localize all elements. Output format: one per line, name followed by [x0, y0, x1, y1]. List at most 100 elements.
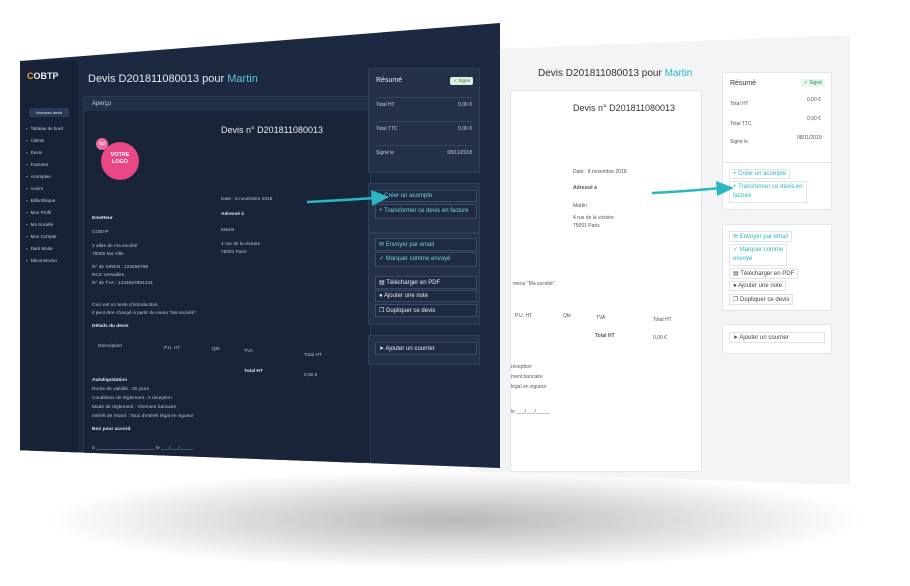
file-icon: ▤: [379, 280, 385, 286]
create-deposit-button[interactable]: + Créer un acompte: [375, 190, 477, 202]
validity: Durée de validité : 30 jours: [92, 387, 150, 392]
add-note-button[interactable]: ● Ajouter une note: [375, 290, 477, 302]
summary-value: 0,00 €: [807, 97, 821, 103]
copy-icon: ❐: [379, 308, 385, 314]
quote-date: Date : 8 novembre 2018: [221, 197, 273, 202]
col-total: Total HT: [653, 317, 672, 323]
conditions-text: réception: [511, 364, 532, 370]
preview-header: Aperçu: [84, 97, 370, 111]
col-description: Description: [98, 344, 122, 349]
sidebar-item-dashboard[interactable]: Tableau de bord: [26, 126, 63, 131]
late-interest: Intérêt de retard : Taux d'intérêt légal…: [92, 414, 194, 419]
sidebar-item-compte[interactable]: Mon Compte: [26, 234, 57, 239]
arrow-icon: [651, 181, 734, 196]
summary-value: 0,00 €: [807, 116, 821, 122]
new-quote-button[interactable]: Nouveau devis: [29, 108, 69, 117]
mail-actions: ➤ Ajouter un courrier: [722, 324, 832, 354]
col-tva: TVA: [244, 349, 253, 354]
quote-number: Devis n° D201811080013: [573, 103, 676, 113]
page-title: Devis D201811080013 pour Martin: [88, 73, 258, 85]
document-actions: ✉ Envoyer par email ✓ Marquer comme envo…: [368, 233, 480, 325]
sidebar-item-societe[interactable]: Ma Société: [26, 222, 54, 227]
mark-sent-button[interactable]: ✓ Marquer comme envoyé: [375, 252, 477, 267]
add-note-button[interactable]: ● Ajouter une note: [729, 281, 787, 291]
emitter-city: 78000 Ma Ville: [92, 252, 124, 257]
approval-label: Bon pour accord: [92, 427, 131, 432]
total-value: 0,00 €: [304, 373, 318, 378]
summary-label: Signé le: [730, 139, 749, 145]
sidebar-item-logout[interactable]: Déconnexion: [26, 258, 57, 263]
mode-text: ment bancaire: [511, 374, 543, 380]
comment-icon: ●: [379, 293, 383, 299]
emitter-address: 2 allée de ma société: [92, 244, 138, 249]
dark-mode-screen: COBTP Nouveau devis Tableau de bord Clie…: [20, 23, 500, 468]
light-mode-screen: Devis D201811080013 pour Martin Devis n°…: [470, 35, 850, 485]
client-address: 4 rue de la victoire: [221, 242, 261, 247]
duplicate-button[interactable]: ❐ Dupliquer ce devis: [375, 304, 477, 317]
summary-label: Total TTC: [730, 121, 752, 127]
summary-row: 08/11/2018 Signé le: [376, 145, 472, 156]
convert-invoice-button[interactable]: + Transformer ce devis en facture: [375, 204, 477, 219]
signed-badge: ✓ Signé: [450, 77, 473, 85]
page-title: Devis D201811080013 pour Martin: [538, 68, 693, 79]
siren: N° de SIREN : 123456789: [92, 265, 149, 270]
signature-date: à ______________________ le ___/___/____…: [92, 446, 194, 451]
total-label: Total HT: [595, 333, 615, 339]
rcs: RCS Versailles: [92, 273, 124, 278]
payment-mode: Mode de règlement : Virement bancaire: [92, 405, 177, 410]
summary-panel: Résumé ✓ Signé Total HT 0,00 € Total TTC…: [722, 72, 832, 166]
logo-ici-badge: ici: [96, 138, 108, 150]
retard-text: légal en vigueur: [511, 384, 547, 390]
sidebar-item-profil[interactable]: Mon Profil: [26, 210, 51, 215]
summary-label: Total HT: [730, 101, 749, 107]
sidebar-item-factures[interactable]: Factures: [26, 162, 49, 167]
details-label: Détails du devis: [92, 324, 129, 329]
client-city: 75001 Paris: [221, 250, 247, 255]
summary-row: 0,00 € Total HT: [376, 97, 472, 108]
client-name: Martin: [221, 228, 235, 233]
duplicate-button[interactable]: ❐ Dupliquer ce devis: [729, 294, 794, 305]
summary-title: Résumé: [376, 77, 403, 84]
mark-sent-button[interactable]: ✓ Marquer comme envoyé: [729, 244, 788, 266]
emitter-name: COBTP: [92, 230, 109, 235]
quote-preview: Devis n° D201811080013 Date : 8 novembre…: [510, 90, 702, 472]
download-pdf-button[interactable]: ▤ Télécharger en PDF: [729, 268, 799, 279]
intro-text: Ceci est un texte d'introduction,: [92, 303, 159, 308]
col-total: Total HT: [304, 353, 322, 358]
summary-row: 0,00 € Total TTC: [376, 121, 472, 132]
conversion-actions: + Créer un acompte + Transformer ce devi…: [722, 162, 832, 210]
address-label: Adressé à: [573, 185, 597, 191]
quote-date: Date : 8 novembre 2018: [573, 169, 627, 175]
create-deposit-button[interactable]: + Créer un acompte: [729, 169, 791, 179]
client-city: 75001 Paris: [573, 223, 600, 229]
col-tva: TVA: [596, 315, 606, 321]
signature-label: Signature: [92, 456, 115, 461]
download-pdf-button[interactable]: ▤ Télécharger en PDF: [375, 276, 477, 289]
add-letter-button[interactable]: ➤ Ajouter un courrier: [375, 342, 477, 355]
app-logo[interactable]: COBTP: [27, 71, 59, 81]
summary-value: 08/11/2019: [797, 135, 822, 141]
quote-number: Devis n° D201811080013: [221, 125, 324, 135]
summary-panel: Résumé ✓ Signé 0,00 € Total HT 0,00 € Tota…: [368, 68, 480, 173]
sidebar-item-devis[interactable]: Devis: [26, 150, 42, 155]
add-letter-button[interactable]: ➤ Ajouter un courrier: [729, 332, 825, 343]
sidebar-item-clients[interactable]: Clients: [26, 138, 45, 143]
tva-number: N° de TVA : 1234567891234: [92, 281, 153, 286]
client-address: 4 rue de la victoire: [573, 215, 614, 221]
convert-invoice-button[interactable]: + Transformer ce devis en facture: [729, 181, 807, 203]
sidebar-item-acomptes[interactable]: Acomptes: [26, 174, 51, 179]
send-email-button[interactable]: ✉ Envoyer par email: [375, 238, 477, 251]
autoliquidation: Autoliquidation: [92, 378, 128, 383]
intro-text: menu "Ma société".: [513, 281, 557, 287]
sidebar-item-bibliotheque[interactable]: Bibliothèque: [26, 198, 56, 203]
mail-actions: ➤ Ajouter un courrier: [368, 335, 480, 365]
arrow-icon: [306, 190, 389, 206]
sidebar-item-dark-mode[interactable]: Dark Mode: [26, 246, 53, 251]
sidebar-item-avoirs[interactable]: Avoirs: [26, 186, 43, 191]
send-email-button[interactable]: ✉ Envoyer par email: [729, 231, 793, 242]
intro-text: Il peut être changé à partir du menu "Ma…: [92, 311, 198, 316]
col-qte: Qté: [563, 313, 572, 319]
total-value: 0,00 €: [653, 335, 667, 341]
client-name: Martin: [573, 203, 587, 209]
quote-preview: Aperçu Devis n° D201811080013 ici VOTRE …: [83, 96, 371, 463]
